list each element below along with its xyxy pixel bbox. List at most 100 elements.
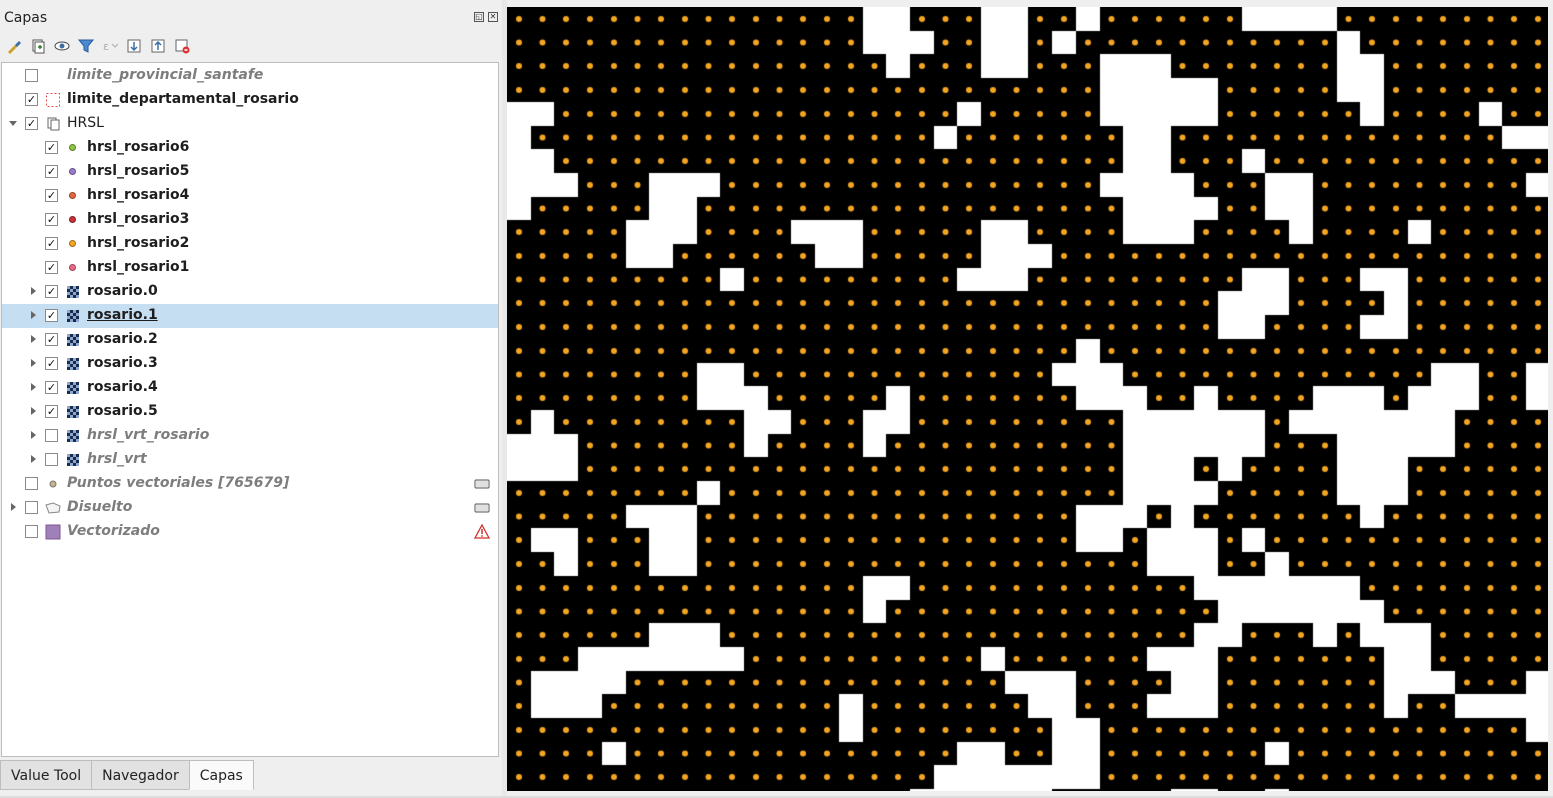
group-icon <box>45 116 61 132</box>
layer-row[interactable]: Puntos vectoriales [765679] <box>2 472 498 496</box>
remove-layer-icon[interactable] <box>172 36 192 56</box>
warning-icon[interactable] <box>473 523 491 540</box>
expand-layer-icon[interactable] <box>31 287 36 295</box>
layer-row[interactable]: rosario.2 <box>2 328 498 352</box>
layer-row[interactable]: hrsl_vrt_rosario <box>2 424 498 448</box>
layers-panel: Capas ◱ ✕ ε limite_provincial_santafelim… <box>0 0 502 798</box>
expand-layer-icon[interactable] <box>31 335 36 343</box>
layer-visibility-checkbox[interactable] <box>45 189 58 202</box>
dock-tab[interactable]: Capas <box>188 760 254 790</box>
raster-layer-icon <box>67 406 79 418</box>
raster-layer-icon <box>67 358 79 370</box>
polygon-outline-icon <box>45 500 61 516</box>
collapse-all-icon[interactable] <box>148 36 168 56</box>
layer-row[interactable]: hrsl_rosario2 <box>2 232 498 256</box>
svg-text:ε: ε <box>103 40 109 53</box>
expand-layer-icon[interactable] <box>31 311 36 319</box>
layer-row[interactable]: Disuelto <box>2 496 498 520</box>
layer-row[interactable]: limite_provincial_santafe <box>2 64 498 88</box>
raster-layer-icon <box>67 334 79 346</box>
point-symbol-icon <box>65 164 81 180</box>
expand-layer-icon[interactable] <box>31 455 36 463</box>
layer-row[interactable]: rosario.4 <box>2 376 498 400</box>
layer-row[interactable]: hrsl_rosario5 <box>2 160 498 184</box>
layer-row[interactable]: hrsl_rosario3 <box>2 208 498 232</box>
layer-label: Puntos vectoriales [765679] <box>67 475 290 491</box>
expand-layer-icon[interactable] <box>31 359 36 367</box>
temporary-layer-icon[interactable] <box>474 476 490 492</box>
layer-visibility-checkbox[interactable] <box>45 213 58 226</box>
layer-visibility-checkbox[interactable] <box>45 141 58 154</box>
temporary-layer-icon[interactable] <box>474 500 490 516</box>
point-symbol-icon <box>65 260 81 276</box>
point-symbol-icon <box>65 140 81 156</box>
layer-visibility-checkbox[interactable] <box>45 357 58 370</box>
expand-layer-icon[interactable] <box>11 503 16 511</box>
filter-expression-icon[interactable]: ε <box>100 36 120 56</box>
dashed-polygon-icon <box>45 92 61 108</box>
layers-toolbar: ε <box>4 36 192 56</box>
expand-layer-icon[interactable] <box>31 383 36 391</box>
layer-visibility-checkbox[interactable] <box>45 309 58 322</box>
layer-label: rosario.1 <box>87 307 158 323</box>
layer-visibility-checkbox[interactable] <box>45 237 58 250</box>
layer-row[interactable]: hrsl_vrt <box>2 448 498 472</box>
layer-label: Vectorizado <box>67 523 160 539</box>
layer-row[interactable]: rosario.3 <box>2 352 498 376</box>
layer-visibility-checkbox[interactable] <box>25 69 38 82</box>
dock-tab[interactable]: Navegador <box>91 760 190 790</box>
layer-row[interactable]: hrsl_rosario6 <box>2 136 498 160</box>
layer-visibility-checkbox[interactable] <box>45 453 58 466</box>
layer-tree[interactable]: limite_provincial_santafe limite_departam… <box>1 62 499 757</box>
layer-row[interactable]: rosario.0 <box>2 280 498 304</box>
layer-visibility-checkbox[interactable] <box>45 261 58 274</box>
dock-tab[interactable]: Value Tool <box>0 760 93 790</box>
layer-label: Disuelto <box>67 499 133 515</box>
layer-label: hrsl_vrt <box>87 451 147 467</box>
layer-label: rosario.2 <box>87 331 158 347</box>
layer-label: limite_departamental_rosario <box>67 91 299 107</box>
panel-title: Capas <box>4 10 48 26</box>
layer-visibility-checkbox[interactable] <box>45 429 58 442</box>
layer-visibility-checkbox[interactable] <box>45 381 58 394</box>
filter-legend-icon[interactable] <box>76 36 96 56</box>
layer-row[interactable]: HRSL <box>2 112 498 136</box>
layer-label: hrsl_rosario6 <box>87 139 190 155</box>
layer-label: limite_provincial_santafe <box>67 67 264 83</box>
raster-map[interactable] <box>507 7 1548 791</box>
layer-visibility-checkbox[interactable] <box>25 117 38 130</box>
expand-layer-icon[interactable] <box>31 407 36 415</box>
collapse-group-icon[interactable] <box>9 121 17 126</box>
raster-layer-icon <box>67 382 79 394</box>
expand-layer-icon[interactable] <box>31 431 36 439</box>
layer-visibility-checkbox[interactable] <box>25 93 38 106</box>
filled-polygon-icon <box>45 524 61 540</box>
style-manager-icon[interactable] <box>4 36 24 56</box>
float-panel-icon[interactable]: ◱ <box>474 12 484 22</box>
visibility-icon[interactable] <box>52 36 72 56</box>
layer-row[interactable]: Vectorizado <box>2 520 498 544</box>
raster-layer-icon <box>67 430 79 442</box>
layer-visibility-checkbox[interactable] <box>45 165 58 178</box>
layer-row[interactable]: hrsl_rosario1 <box>2 256 498 280</box>
add-group-icon[interactable] <box>28 36 48 56</box>
layer-visibility-checkbox[interactable] <box>25 525 38 538</box>
layer-label: hrsl_rosario1 <box>87 259 190 275</box>
raster-layer-icon <box>67 454 79 466</box>
layer-row[interactable]: rosario.5 <box>2 400 498 424</box>
layer-visibility-checkbox[interactable] <box>25 477 38 490</box>
map-canvas[interactable] <box>507 7 1548 791</box>
close-panel-icon[interactable]: ✕ <box>488 12 498 22</box>
layer-label: rosario.3 <box>87 355 158 371</box>
layer-label: rosario.5 <box>87 403 158 419</box>
layer-row[interactable]: limite_departamental_rosario <box>2 88 498 112</box>
layer-row[interactable]: hrsl_rosario4 <box>2 184 498 208</box>
expand-all-icon[interactable] <box>124 36 144 56</box>
layer-row[interactable]: rosario.1 <box>2 304 498 328</box>
raster-layer-icon <box>67 286 79 298</box>
polygon-icon <box>45 68 61 84</box>
layer-visibility-checkbox[interactable] <box>45 285 58 298</box>
layer-visibility-checkbox[interactable] <box>45 405 58 418</box>
layer-visibility-checkbox[interactable] <box>25 501 38 514</box>
layer-visibility-checkbox[interactable] <box>45 333 58 346</box>
